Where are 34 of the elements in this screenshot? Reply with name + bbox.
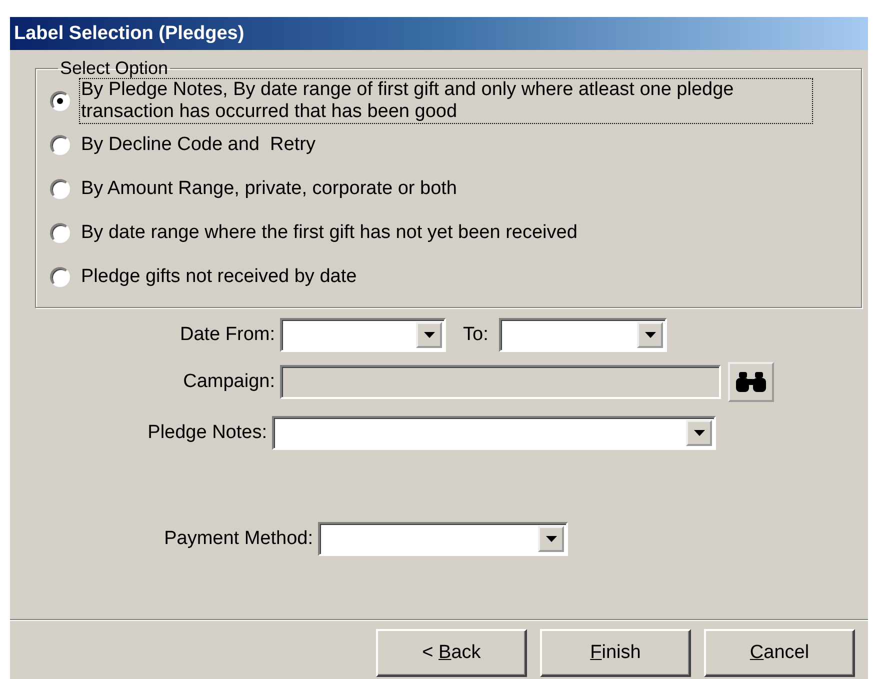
search-button[interactable] (728, 362, 774, 402)
group-title: Select Option (59, 58, 170, 79)
field-label: Date From: (178, 324, 275, 346)
radio-label[interactable]: By Pledge Notes, By date range of first gift and only where atleast one pledge transaction has occurred that has been good (80, 79, 812, 123)
dropdown-field[interactable] (318, 522, 568, 556)
radio-button[interactable] (50, 267, 70, 287)
dropdown-button[interactable] (686, 420, 712, 446)
dropdown-arrow-icon (424, 332, 434, 338)
field-label: Campaign: (182, 371, 275, 393)
radio-button[interactable] (50, 91, 70, 111)
field-label: To: (463, 324, 488, 346)
field-label: Pledge Notes: (146, 422, 267, 444)
radio-button[interactable] (50, 223, 70, 243)
binoculars-icon (736, 371, 766, 393)
radio-button[interactable] (50, 135, 70, 155)
dropdown-button[interactable] (538, 526, 564, 552)
radio-label[interactable]: Pledge gifts not received by date (80, 266, 358, 288)
radio-label[interactable]: By Decline Code and Retry (80, 134, 316, 156)
field-label: Payment Method: (163, 528, 313, 550)
dialog-button[interactable]: < Back (376, 629, 527, 677)
dropdown-field[interactable] (272, 416, 716, 450)
dialog-button[interactable]: Cancel (704, 629, 855, 677)
window-title: Label Selection (Pledges) (14, 22, 244, 44)
dialog-button[interactable]: Finish (540, 629, 691, 677)
radio-label[interactable]: By date range where the first gift has not yet been received (80, 222, 578, 244)
dropdown-button[interactable] (416, 322, 442, 348)
dropdown-arrow-icon (694, 430, 704, 436)
dropdown-arrow-icon (644, 332, 656, 338)
dropdown-field[interactable] (280, 318, 446, 352)
dropdown-button[interactable] (637, 322, 664, 348)
dropdown-field[interactable] (499, 318, 668, 352)
dropdown-arrow-icon (546, 536, 556, 542)
radio-button[interactable] (50, 179, 70, 199)
radio-label[interactable]: By Amount Range, private, corporate or both (80, 178, 458, 200)
